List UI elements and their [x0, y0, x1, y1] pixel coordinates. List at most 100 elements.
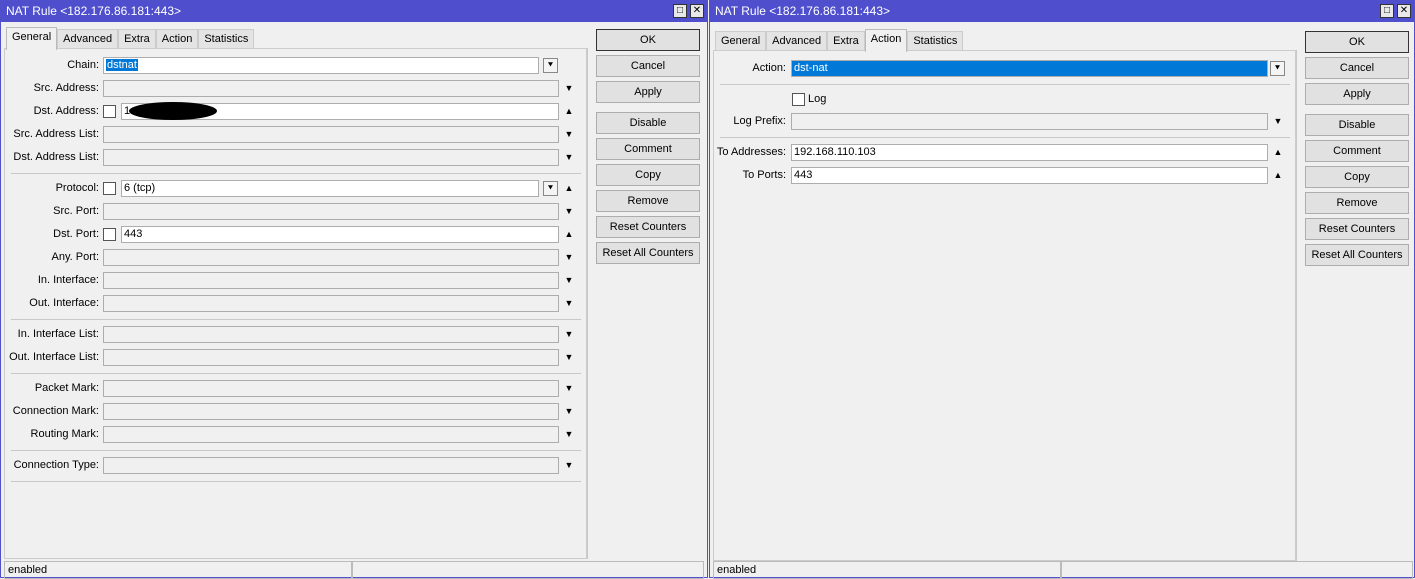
tab-advanced[interactable]: Advanced	[57, 29, 119, 50]
field-input[interactable]: dstnat	[103, 57, 539, 74]
field-value: 6 (tcp)	[124, 182, 156, 194]
field-checkbox[interactable]	[103, 228, 116, 241]
field-input[interactable]	[103, 80, 559, 97]
field-input[interactable]: 443	[791, 167, 1268, 184]
expand-arrow-icon[interactable]: ▼	[563, 249, 575, 265]
field-input[interactable]: 443	[121, 226, 559, 243]
field-value: 192.168.110.103	[794, 146, 876, 158]
reset-all-counters-button[interactable]: Reset All Counters	[596, 242, 700, 264]
field-input[interactable]	[791, 113, 1268, 130]
expand-arrow-icon[interactable]: ▼	[563, 326, 575, 342]
separator	[720, 84, 1290, 85]
comment-button[interactable]: Comment	[1305, 140, 1409, 162]
expand-arrow-icon[interactable]: ▼	[563, 203, 575, 219]
status-enabled: enabled	[713, 561, 1061, 579]
maximize-icon[interactable]: □	[673, 4, 687, 18]
cancel-button[interactable]: Cancel	[1305, 57, 1409, 79]
remove-button[interactable]: Remove	[1305, 192, 1409, 214]
maximize-icon[interactable]: □	[1380, 4, 1394, 18]
field-input[interactable]: 6 (tcp)	[121, 180, 539, 197]
expand-arrow-icon[interactable]: ▼	[563, 149, 575, 165]
field-label: Out. Interface List:	[9, 351, 99, 363]
tab-statistics[interactable]: Statistics	[198, 29, 255, 50]
reset-all-counters-button[interactable]: Reset All Counters	[1305, 244, 1409, 266]
dropdown-button[interactable]: ⯆	[543, 58, 558, 73]
expand-arrow-icon[interactable]: ▼	[563, 272, 575, 288]
field-input[interactable]	[103, 457, 559, 474]
field-input[interactable]	[103, 426, 559, 443]
dropdown-button[interactable]: ⯆	[543, 181, 558, 196]
status-cell	[1061, 561, 1413, 579]
action-dropdown-button[interactable]: ⯆	[1270, 61, 1285, 76]
tab-extra[interactable]: Extra	[118, 29, 156, 50]
field-input[interactable]	[103, 149, 559, 166]
expand-arrow-icon[interactable]: ▼	[563, 426, 575, 442]
field-label: To Ports:	[742, 169, 786, 181]
close-icon[interactable]: ✕	[1397, 4, 1411, 18]
field-input[interactable]: 192.168.110.103	[791, 144, 1268, 161]
expand-arrow-icon[interactable]: ▼	[563, 457, 575, 473]
field-label: Out. Interface:	[29, 297, 99, 309]
divider	[1296, 50, 1297, 561]
collapse-arrow-icon[interactable]: ▲	[563, 103, 575, 119]
field-input[interactable]	[103, 203, 559, 220]
status-cell	[352, 561, 704, 579]
field-input[interactable]	[103, 272, 559, 289]
apply-button[interactable]: Apply	[1305, 83, 1409, 105]
copy-button[interactable]: Copy	[1305, 166, 1409, 188]
expand-arrow-icon[interactable]: ▼	[563, 380, 575, 396]
action-label: Action:	[752, 62, 786, 74]
collapse-arrow-icon[interactable]: ▲	[563, 226, 575, 242]
ok-button[interactable]: OK	[1305, 31, 1409, 53]
field-label: Dst. Port:	[53, 228, 99, 240]
collapse-arrow-icon[interactable]: ▲	[1272, 167, 1284, 183]
field-input[interactable]	[103, 295, 559, 312]
field-label: Connection Type:	[13, 459, 99, 471]
collapse-arrow-icon[interactable]: ▲	[563, 180, 575, 196]
status-enabled: enabled	[4, 561, 352, 579]
apply-button[interactable]: Apply	[596, 81, 700, 103]
field-input[interactable]	[103, 249, 559, 266]
collapse-arrow-icon[interactable]: ▲	[1272, 144, 1284, 160]
field-label: Src. Address List:	[13, 128, 99, 140]
tab-action[interactable]: Action	[864, 29, 908, 52]
tab-general[interactable]: General	[6, 27, 58, 50]
reset-counters-button[interactable]: Reset Counters	[1305, 218, 1409, 240]
close-icon[interactable]: ✕	[690, 4, 704, 18]
title-bar[interactable]: NAT Rule <182.176.86.181:443> □ ✕	[1, 1, 707, 22]
expand-arrow-icon[interactable]: ▼	[563, 295, 575, 311]
title-bar[interactable]: NAT Rule <182.176.86.181:443> □ ✕	[710, 1, 1414, 22]
field-label: Chain:	[67, 59, 99, 71]
redacted-area	[129, 102, 217, 120]
field-label: Dst. Address:	[33, 105, 99, 117]
field-value: 443	[794, 169, 813, 181]
field-value: 443	[124, 228, 143, 240]
tab-extra[interactable]: Extra	[827, 31, 865, 52]
log-checkbox[interactable]	[792, 93, 805, 106]
field-checkbox[interactable]	[103, 105, 116, 118]
expand-arrow-icon[interactable]: ▼	[563, 403, 575, 419]
reset-counters-button[interactable]: Reset Counters	[596, 216, 700, 238]
field-input[interactable]	[103, 326, 559, 343]
field-label: Routing Mark:	[30, 428, 99, 440]
tab-action[interactable]: Action	[155, 29, 199, 50]
tab-advanced[interactable]: Advanced	[766, 31, 828, 52]
expand-arrow-icon[interactable]: ▼	[1272, 113, 1284, 129]
disable-button[interactable]: Disable	[1305, 114, 1409, 136]
field-checkbox[interactable]	[103, 182, 116, 195]
ok-button[interactable]: OK	[596, 29, 700, 51]
expand-arrow-icon[interactable]: ▼	[563, 126, 575, 142]
field-input[interactable]	[103, 126, 559, 143]
tab-bar: General Advanced Extra Action Statistics	[6, 27, 255, 50]
field-label: Any. Port:	[51, 251, 99, 263]
tab-general[interactable]: General	[715, 31, 767, 52]
remove-button[interactable]: Remove	[596, 190, 700, 212]
field-input[interactable]	[103, 349, 559, 366]
field-input[interactable]	[103, 380, 559, 397]
expand-arrow-icon[interactable]: ▼	[563, 349, 575, 365]
action-select[interactable]: dst-nat	[791, 60, 1268, 77]
field-input[interactable]	[103, 403, 559, 420]
separator	[720, 137, 1290, 138]
expand-arrow-icon[interactable]: ▼	[563, 80, 575, 96]
tab-statistics[interactable]: Statistics	[907, 31, 964, 52]
